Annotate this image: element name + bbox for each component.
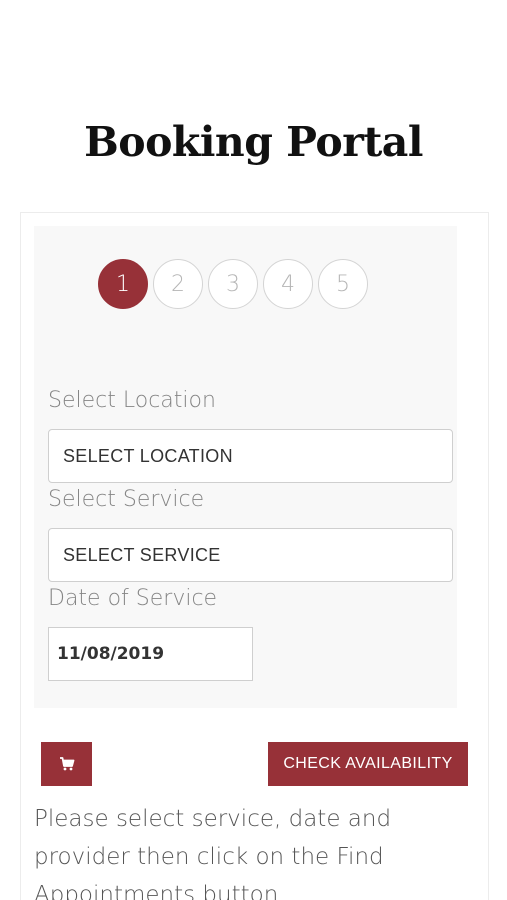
location-label: Select Location: [48, 388, 216, 413]
step-indicator: 1 2 3 4 5: [98, 259, 368, 309]
service-select[interactable]: SELECT SERVICE: [48, 528, 453, 582]
booking-page: Booking Portal 1 2 3 4 5 Select Location…: [0, 0, 507, 900]
location-select[interactable]: SELECT LOCATION: [48, 429, 453, 483]
cart-icon: [59, 757, 74, 771]
date-label: Date of Service: [48, 586, 218, 611]
date-input[interactable]: 11/08/2019: [48, 627, 253, 681]
check-availability-button[interactable]: CHECK AVAILABILITY: [268, 742, 468, 786]
step-5[interactable]: 5: [318, 259, 368, 309]
step-1[interactable]: 1: [98, 259, 148, 309]
service-label: Select Service: [48, 487, 205, 512]
step-4[interactable]: 4: [263, 259, 313, 309]
page-title: Booking Portal: [84, 118, 423, 166]
step-2[interactable]: 2: [153, 259, 203, 309]
instructions-text: Please select service, date and provider…: [34, 806, 392, 900]
step-3[interactable]: 3: [208, 259, 258, 309]
cart-button[interactable]: [41, 742, 92, 786]
